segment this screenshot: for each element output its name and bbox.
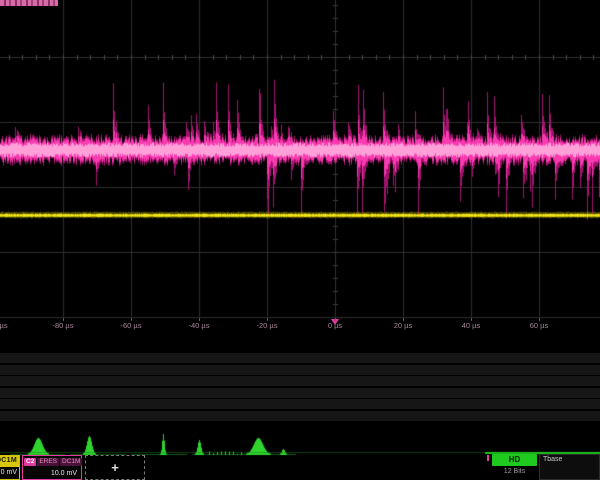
- channel-descriptor-c2[interactable]: C2 ERES DC1M 10.0 mV: [22, 455, 82, 480]
- c2-coupling-tag: DC1M: [60, 458, 82, 466]
- time-axis-label: -80 µs: [53, 321, 74, 330]
- table-row-stripe: [0, 365, 600, 375]
- time-axis: -100 µs -80 µs -60 µs -40 µs -20 µs 0 µs 20 µs…: [0, 318, 600, 333]
- time-axis-label: -40 µs: [189, 321, 210, 330]
- hd-bits-label: 12 Bits: [492, 468, 537, 475]
- table-row-stripe: [0, 388, 600, 398]
- descriptor-bar: DC1M 0 mV C2 ERES DC1M 10.0 mV + HD 12 B…: [0, 454, 600, 480]
- time-axis-label: -60 µs: [121, 321, 142, 330]
- c1-vertical-scale: 0 mV: [0, 467, 19, 476]
- time-axis-label: 20 µs: [394, 321, 413, 330]
- time-axis-label: -100 µs: [0, 321, 8, 330]
- hd-mode-badge[interactable]: HD: [492, 454, 537, 466]
- cropped-label-fragment: [0, 0, 58, 6]
- measurement-table: [0, 338, 600, 438]
- c2-eres-tag: ERES: [37, 458, 59, 466]
- time-axis-label: 60 µs: [530, 321, 549, 330]
- table-row-stripe: [0, 411, 600, 421]
- table-row-stripe: [0, 353, 600, 363]
- channel-descriptor-c1[interactable]: DC1M 0 mV: [0, 455, 20, 480]
- table-row-stripe: [0, 376, 600, 386]
- c1-coupling-tag: DC1M: [0, 456, 19, 467]
- oscilloscope-screen: -100 µs -80 µs -60 µs -40 µs -20 µs 0 µs 20 µs…: [0, 0, 600, 480]
- c2-vertical-scale: 10.0 mV: [23, 467, 81, 477]
- timebase-descriptor[interactable]: Tbase 20.0 µs: [539, 454, 600, 480]
- c2-label-chip: C2: [24, 458, 36, 466]
- time-axis-label: -20 µs: [257, 321, 278, 330]
- add-trace-button[interactable]: +: [85, 455, 145, 480]
- time-axis-label: 0 µs: [328, 321, 342, 330]
- timebase-title: Tbase: [540, 455, 599, 463]
- time-axis-label: 40 µs: [462, 321, 481, 330]
- timebase-value: 20.0 µs: [582, 465, 600, 477]
- magenta-marker: [487, 455, 489, 461]
- table-row-stripe: [0, 399, 600, 409]
- plus-icon: +: [86, 456, 144, 479]
